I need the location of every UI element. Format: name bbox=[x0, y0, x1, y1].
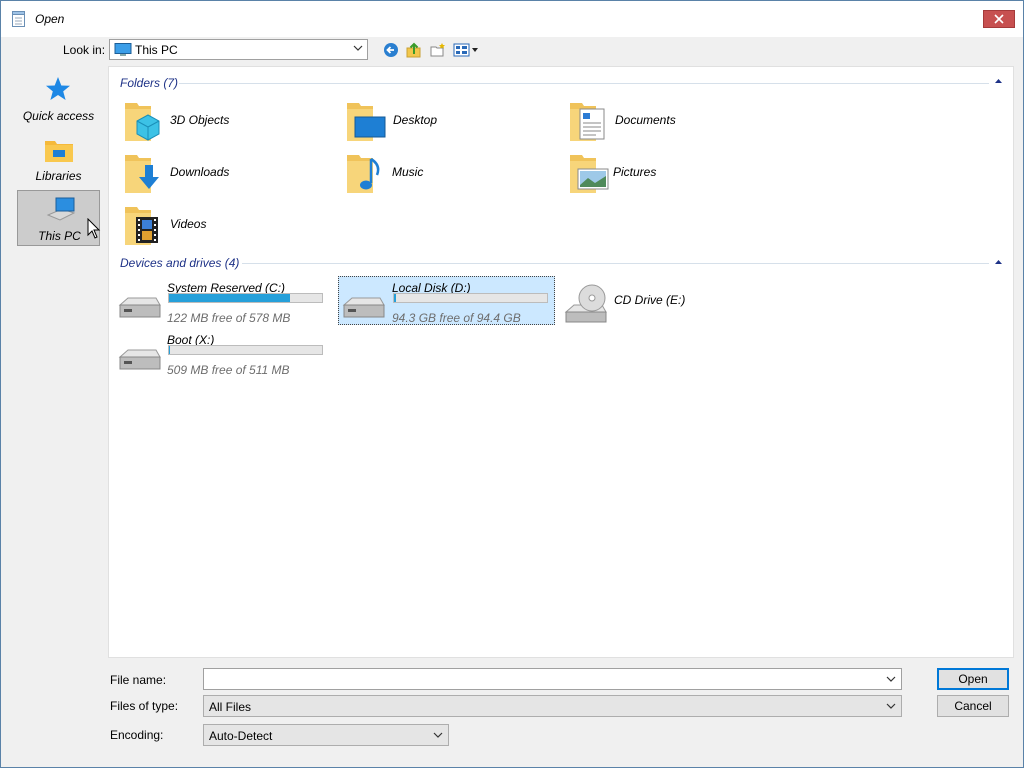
files-of-type-dropdown[interactable]: All Files bbox=[203, 695, 902, 717]
computer-icon bbox=[114, 43, 132, 56]
close-button[interactable] bbox=[983, 10, 1015, 28]
drive-usage-bar bbox=[168, 293, 323, 303]
cd-drive-icon bbox=[564, 284, 607, 323]
drives-group-header[interactable]: Devices and drives (4) bbox=[120, 256, 239, 270]
drive-item-e[interactable]: CD Drive (E:) bbox=[561, 277, 779, 325]
file-name-field[interactable] bbox=[203, 668, 902, 690]
folder-label: Pictures bbox=[613, 165, 657, 179]
place-libraries[interactable]: Libraries bbox=[17, 131, 100, 187]
drive-usage-fill bbox=[169, 294, 290, 302]
documents-folder-icon bbox=[570, 103, 605, 141]
folder-label: Videos bbox=[170, 217, 207, 231]
folder-item-pictures[interactable]: Pictures bbox=[568, 151, 778, 197]
mouse-cursor-icon bbox=[87, 218, 101, 239]
hard-drive-icon bbox=[118, 349, 161, 370]
notepad-icon bbox=[12, 11, 25, 27]
star-icon bbox=[46, 77, 70, 100]
folder-item-3d-objects[interactable]: 3D Objects bbox=[123, 99, 333, 145]
folder-item-downloads[interactable]: Downloads bbox=[123, 151, 333, 197]
folders-group-header[interactable]: Folders (7) bbox=[120, 76, 178, 90]
view-menu-button[interactable] bbox=[453, 41, 479, 59]
drive-usage-fill bbox=[169, 346, 170, 354]
3d-objects-folder-icon bbox=[125, 103, 160, 141]
downloads-folder-icon bbox=[125, 155, 159, 193]
chevron-down-icon bbox=[886, 703, 896, 709]
music-folder-icon bbox=[347, 155, 380, 193]
new-folder-button[interactable] bbox=[429, 41, 447, 59]
folder-item-videos[interactable]: Videos bbox=[123, 203, 333, 249]
libraries-icon bbox=[45, 141, 73, 162]
pictures-folder-icon bbox=[570, 155, 609, 193]
folder-label: Documents bbox=[615, 113, 676, 127]
cancel-button[interactable]: Cancel bbox=[937, 695, 1009, 717]
new-folder-icon bbox=[430, 43, 445, 57]
up-folder-button[interactable] bbox=[405, 41, 423, 59]
look-in-label: Look in: bbox=[63, 43, 106, 57]
encoding-value: Auto-Detect bbox=[209, 729, 273, 743]
back-button[interactable] bbox=[382, 41, 400, 59]
folder-label: Desktop bbox=[393, 113, 438, 127]
drive-free-space: 94.3 GB free of 94.4 GB bbox=[392, 311, 521, 325]
drive-usage-fill bbox=[394, 294, 396, 302]
encoding-label: Encoding: bbox=[110, 728, 164, 742]
chevron-down-icon[interactable] bbox=[886, 676, 896, 682]
file-name-label: File name: bbox=[110, 673, 167, 687]
place-quick-access[interactable]: Quick access bbox=[17, 71, 100, 127]
drive-label: CD Drive (E:) bbox=[614, 293, 686, 307]
drive-usage-bar bbox=[393, 293, 548, 303]
chevron-up-icon[interactable] bbox=[994, 259, 1003, 265]
folder-label: Music bbox=[392, 165, 424, 179]
look-in-dropdown[interactable]: This PC bbox=[109, 39, 368, 60]
computer-icon bbox=[46, 197, 76, 221]
encoding-dropdown[interactable]: Auto-Detect bbox=[203, 724, 449, 746]
desktop-folder-icon bbox=[347, 103, 386, 141]
drive-item-x[interactable]: Boot (X:) 509 MB free of 511 MB bbox=[114, 329, 332, 377]
drive-usage-bar bbox=[168, 345, 323, 355]
files-of-type-label: Files of type: bbox=[110, 699, 179, 713]
folder-item-documents[interactable]: Documents bbox=[568, 99, 778, 145]
title-bar: Open bbox=[1, 1, 1023, 37]
drive-item-c[interactable]: System Reserved (C:) 122 MB free of 578 … bbox=[114, 277, 332, 325]
group-divider bbox=[179, 83, 989, 84]
files-of-type-value: All Files bbox=[209, 700, 252, 714]
chevron-up-icon[interactable] bbox=[994, 78, 1003, 84]
folder-label: Downloads bbox=[170, 165, 230, 179]
chevron-down-icon bbox=[433, 732, 443, 738]
videos-folder-icon bbox=[125, 207, 158, 245]
folder-item-desktop[interactable]: Desktop bbox=[345, 99, 555, 145]
window-title: Open bbox=[35, 12, 65, 26]
drive-free-space: 122 MB free of 578 MB bbox=[167, 311, 291, 325]
look-in-value: This PC bbox=[135, 43, 178, 57]
up-folder-icon bbox=[406, 42, 421, 58]
drive-free-space: 509 MB free of 511 MB bbox=[167, 363, 290, 377]
folder-label: 3D Objects bbox=[170, 113, 230, 127]
open-dialog: Open Look in: This PC Quick access Libra… bbox=[0, 0, 1024, 768]
folder-item-music[interactable]: Music bbox=[345, 151, 555, 197]
view-menu-icon bbox=[453, 43, 478, 57]
places-bar: Quick access Libraries This PC bbox=[9, 66, 105, 658]
drive-item-d[interactable]: Local Disk (D:) 94.3 GB free of 94.4 GB bbox=[338, 276, 555, 325]
file-list-view[interactable]: Folders (7) 3D Objects Desktop Documents… bbox=[108, 66, 1014, 658]
chevron-down-icon bbox=[353, 45, 363, 51]
group-divider bbox=[242, 263, 989, 264]
place-label: Quick access bbox=[22, 109, 95, 123]
place-label: Libraries bbox=[35, 169, 82, 183]
hard-drive-icon bbox=[118, 297, 161, 318]
close-icon bbox=[994, 14, 1004, 24]
open-button[interactable]: Open bbox=[937, 668, 1009, 690]
hard-drive-icon bbox=[342, 297, 385, 318]
back-arrow-icon bbox=[384, 43, 398, 57]
